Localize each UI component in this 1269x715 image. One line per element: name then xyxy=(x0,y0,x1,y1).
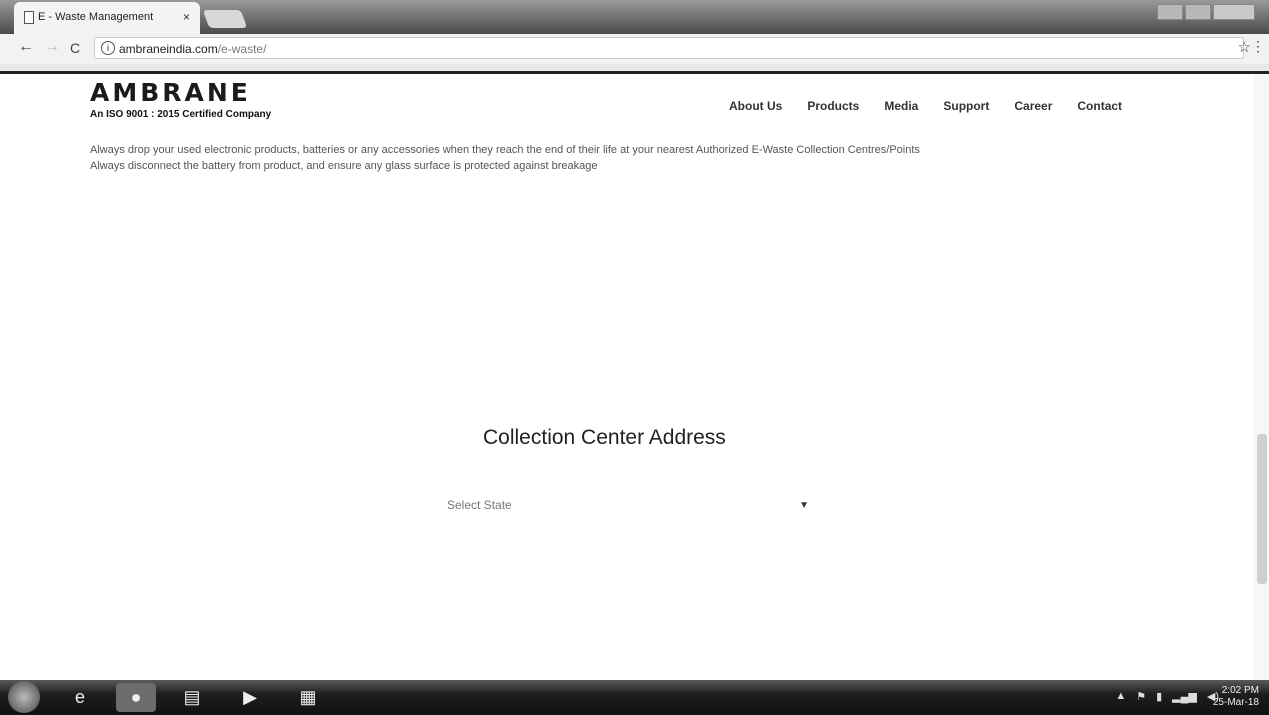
toolbar-divider xyxy=(0,64,1269,74)
nav-contact[interactable]: Contact xyxy=(1077,99,1122,113)
back-icon[interactable]: ← xyxy=(18,38,34,56)
tab-close-icon[interactable]: × xyxy=(183,10,190,24)
new-tab-button[interactable] xyxy=(202,10,248,28)
window-controls xyxy=(1157,4,1255,20)
file-explorer-icon[interactable]: ▤ xyxy=(172,683,212,712)
nav-media[interactable]: Media xyxy=(884,99,918,113)
nav-about-us[interactable]: About Us xyxy=(729,99,782,113)
nav-support[interactable]: Support xyxy=(943,99,989,113)
collection-heading: Collection Center Address xyxy=(483,426,726,449)
scrollbar-thumb[interactable] xyxy=(1257,434,1267,584)
browser-menu-icon[interactable]: ⋮ xyxy=(1251,38,1265,55)
main-nav: About Us Products Media Support Career C… xyxy=(729,99,1147,113)
site-logo[interactable]: AMBRANE xyxy=(90,78,251,107)
system-tray: ▲ ⚑ ▮ ▂▄▆ ◀) xyxy=(1115,690,1219,703)
url-domain: ambraneindia.com xyxy=(119,42,218,56)
url-path: /e-waste/ xyxy=(217,42,267,56)
start-button-icon[interactable] xyxy=(8,681,40,713)
browser-titlebar: E - Waste Management × xyxy=(0,0,1269,34)
browser-toolbar: ← → C i ambraneindia.com/e-waste/ ☆ ⋮ xyxy=(0,34,1269,64)
battery-icon[interactable]: ▮ xyxy=(1156,690,1162,703)
state-select-placeholder: Select State xyxy=(447,498,512,512)
site-tagline: An ISO 9001 : 2015 Certified Company xyxy=(90,109,272,120)
document-app-icon[interactable]: ▦ xyxy=(288,683,328,712)
os-taskbar: e ● ▤ ▶ ▦ ▲ ⚑ ▮ ▂▄▆ ◀) 2:02 PM 25-Mar-18 xyxy=(0,680,1269,715)
chrome-icon[interactable]: ● xyxy=(116,683,156,712)
nav-products[interactable]: Products xyxy=(807,99,859,113)
intro-line-2: Always disconnect the battery from produ… xyxy=(90,160,598,172)
page-icon xyxy=(24,11,34,24)
address-bar[interactable]: i ambraneindia.com/e-waste/ xyxy=(94,37,1244,59)
reload-icon[interactable]: C xyxy=(70,40,80,56)
clock-time: 2:02 PM xyxy=(1221,685,1259,696)
internet-explorer-icon[interactable]: e xyxy=(60,683,100,712)
info-icon[interactable]: i xyxy=(101,41,115,55)
taskbar-clock[interactable]: 2:02 PM 25-Mar-18 xyxy=(1213,685,1259,709)
tab-title: E - Waste Management xyxy=(38,11,154,23)
nav-career[interactable]: Career xyxy=(1014,99,1052,113)
maximize-button[interactable] xyxy=(1185,4,1211,20)
state-select[interactable]: Select State ▼ xyxy=(447,498,813,518)
page-scrollbar[interactable] xyxy=(1253,74,1269,680)
bookmark-star-icon[interactable]: ☆ xyxy=(1238,38,1251,56)
clock-date: 25-Mar-18 xyxy=(1212,697,1259,708)
forward-icon[interactable]: → xyxy=(44,38,60,56)
intro-line-1: Always drop your used electronic product… xyxy=(90,144,920,156)
intro-text: Always drop your used electronic product… xyxy=(90,142,1170,174)
browser-tab[interactable]: E - Waste Management × xyxy=(14,2,200,34)
flag-icon[interactable]: ⚑ xyxy=(1136,690,1146,703)
minimize-button[interactable] xyxy=(1157,4,1183,20)
media-player-icon[interactable]: ▶ xyxy=(230,683,270,712)
tray-expand-icon[interactable]: ▲ xyxy=(1115,690,1126,703)
dropdown-caret-icon: ▼ xyxy=(799,500,809,511)
close-window-button[interactable] xyxy=(1213,4,1255,20)
network-signal-icon[interactable]: ▂▄▆ xyxy=(1172,690,1197,703)
